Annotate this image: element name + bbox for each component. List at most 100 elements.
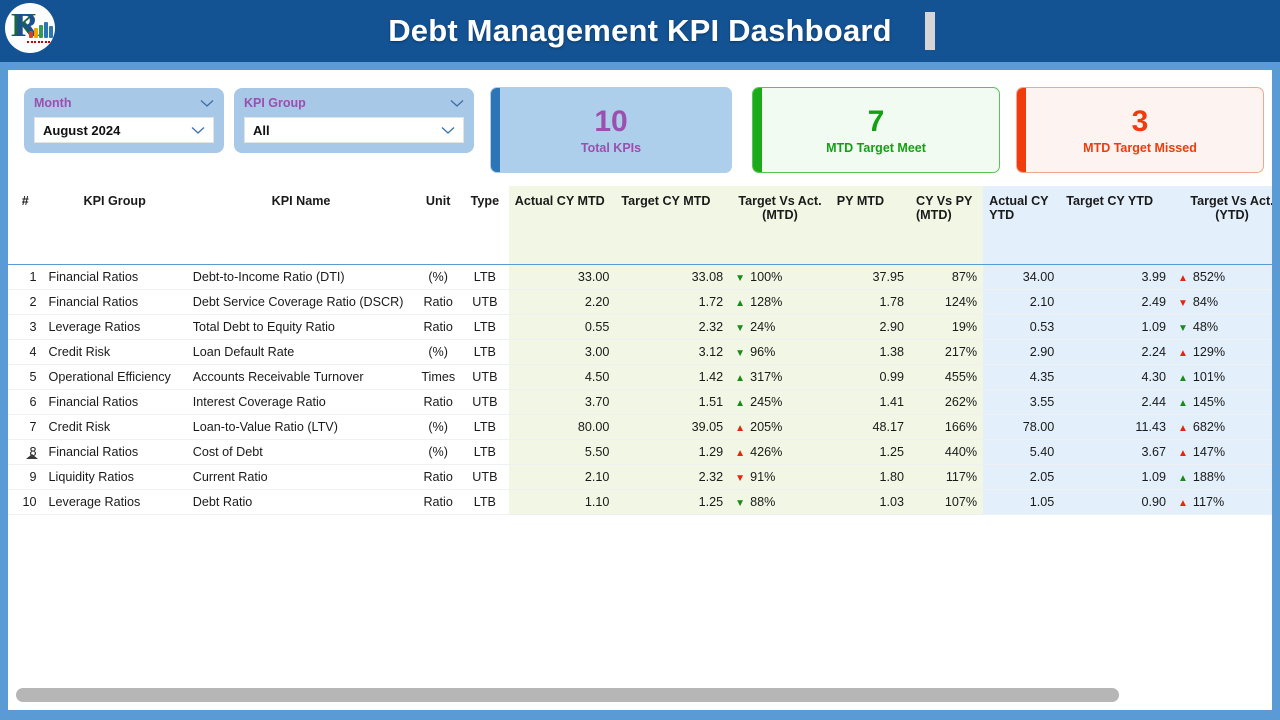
- cell-actual-cy-mtd: 80.00: [508, 414, 616, 440]
- report-frame: Month August 2024 KPI Group All 10 Total…: [6, 68, 1274, 712]
- cell-row-number: 6: [8, 389, 43, 415]
- cell-row-number: 2: [8, 289, 43, 315]
- cell-cy-vs-py-mtd: 107%: [909, 489, 984, 515]
- text-caret-icon: [925, 12, 935, 50]
- triangle-down-icon: ▼: [1178, 322, 1188, 334]
- triangle-up-icon: ▲: [1178, 272, 1188, 284]
- cell-py-mtd: 48.17: [830, 414, 910, 440]
- cell-actual-cy-ytd: 1.05: [983, 489, 1061, 515]
- horizontal-scrollbar[interactable]: [16, 688, 1262, 702]
- table-row[interactable]: 5 Operational Efficiency Accounts Receivab…: [8, 364, 1272, 390]
- cell-tva_ytd-value: 48%: [1192, 319, 1219, 334]
- slicer-month-header: Month: [34, 96, 214, 110]
- cell-cy-vs-py-mtd: 117%: [909, 464, 984, 490]
- kpi-table: # KPI Group KPI Name Unit Type Actual CY MTD T…: [8, 186, 1272, 515]
- cell-actual-cy-mtd: 3.70: [508, 389, 616, 415]
- cell-actual-cy-mtd: 1.10: [508, 489, 616, 515]
- cell-tva_ytd: ▲ 129%: [1172, 339, 1272, 365]
- cell-cy-vs-py-mtd: 455%: [909, 364, 984, 390]
- kpi-card-total-kpis[interactable]: 10 Total KPIs: [490, 87, 732, 173]
- kpi-card-mtd-target-missed-value: 3: [1131, 105, 1149, 138]
- cell-target-cy-ytd: 1.09: [1060, 314, 1173, 340]
- slicer-kpi-group-dropdown[interactable]: All: [244, 117, 464, 143]
- kpi-card-total-kpis-value: 10: [594, 105, 628, 138]
- table-row[interactable]: 10 Leverage Ratios Debt Ratio Ratio LTB 1.10 1…: [8, 489, 1272, 515]
- table-row[interactable]: 2 Financial Ratios Debt Service Coverage R…: [8, 289, 1272, 315]
- triangle-up-icon: ▲: [1178, 497, 1188, 509]
- cell-actual-cy-ytd: 3.55: [983, 389, 1061, 415]
- sort-ascending-arrow-icon[interactable]: [26, 454, 38, 459]
- table-row[interactable]: 7 Credit Risk Loan-to-Value Ratio (LTV) (%)…: [8, 414, 1272, 440]
- table-row[interactable]: 1 Financial Ratios Debt-to-Income Ratio (D…: [8, 264, 1272, 290]
- column-header-actual-cy-ytd[interactable]: Actual CY YTD: [983, 186, 1061, 265]
- column-header-type[interactable]: Type: [461, 186, 509, 265]
- cell-tva_ytd-value: 147%: [1192, 444, 1226, 459]
- slicer-kpi-group-label: KPI Group: [244, 96, 306, 110]
- triangle-up-icon: ▲: [735, 297, 746, 309]
- triangle-up-icon: ▲: [1178, 472, 1188, 484]
- cell-target-cy-mtd: 2.32: [615, 314, 730, 340]
- cell-tva_mtd: ▼ 100%: [729, 264, 831, 290]
- table-row[interactable]: 9 Liquidity Ratios Current Ratio Ratio UTB 2.…: [8, 464, 1272, 490]
- slicer-kpi-group[interactable]: KPI Group All: [234, 88, 474, 153]
- cell-tva_mtd-value: 91%: [750, 469, 776, 484]
- table-row[interactable]: 8 Financial Ratios Cost of Debt (%) LTB 5.50 1…: [8, 439, 1272, 465]
- column-header-cy-vs-py-mtd[interactable]: CY Vs PY (MTD): [909, 186, 984, 265]
- kpi-card-mtd-target-meet[interactable]: 7 MTD Target Meet: [752, 87, 1000, 173]
- column-header-[interactable]: #: [8, 186, 43, 265]
- slicer-month-dropdown[interactable]: August 2024: [34, 117, 214, 143]
- column-header-py-mtd[interactable]: PY MTD: [830, 186, 910, 265]
- kpi-table-container[interactable]: # KPI Group KPI Name Unit Type Actual CY MTD T…: [8, 186, 1272, 710]
- card-accent-bar: [1017, 88, 1026, 172]
- chevron-down-icon[interactable]: [191, 126, 205, 135]
- column-header-unit[interactable]: Unit: [415, 186, 462, 265]
- slicer-month-value: August 2024: [43, 122, 121, 138]
- cell-target-cy-mtd: 1.42: [615, 364, 730, 390]
- cell-actual-cy-ytd: 4.35: [983, 364, 1061, 390]
- cell-row-number: 9: [8, 464, 43, 490]
- table-row[interactable]: 6 Financial Ratios Interest Coverage Ratio…: [8, 389, 1272, 415]
- triangle-down-icon: ▼: [735, 472, 746, 484]
- cell-kpi-name: Current Ratio: [186, 464, 416, 490]
- column-header-target-vs-act-mtd[interactable]: Target Vs Act. (MTD): [729, 186, 831, 265]
- triangle-up-icon: ▲: [1178, 372, 1188, 384]
- column-header-target-cy-mtd[interactable]: Target CY MTD: [615, 186, 730, 265]
- cell-tva_ytd-value: 117%: [1192, 494, 1225, 509]
- kpi-card-mtd-target-missed-label: MTD Target Missed: [1083, 141, 1197, 155]
- column-header-target-vs-act-ytd[interactable]: Target Vs Act. (YTD): [1172, 186, 1272, 265]
- column-header-kpi-group[interactable]: KPI Group: [42, 186, 187, 265]
- column-header-kpi-name[interactable]: KPI Name: [186, 186, 416, 265]
- cell-target-cy-mtd: 3.12: [615, 339, 730, 365]
- cell-tva_ytd: ▲ 188%: [1172, 464, 1272, 490]
- slicer-kpi-group-value: All: [253, 122, 270, 138]
- horizontal-scrollbar-thumb[interactable]: [16, 688, 1119, 702]
- slicer-month[interactable]: Month August 2024: [24, 88, 224, 153]
- cell-actual-cy-mtd: 4.50: [508, 364, 616, 390]
- chevron-down-icon[interactable]: [441, 126, 455, 135]
- cell-tva_mtd-value: 88%: [750, 494, 776, 509]
- cell-tva_ytd: ▲ 145%: [1172, 389, 1272, 415]
- cell-target-cy-mtd: 1.25: [615, 489, 730, 515]
- cell-tva_ytd-value: 188%: [1192, 469, 1226, 484]
- chevron-down-icon[interactable]: [200, 99, 214, 108]
- page-title: Debt Management KPI Dashboard: [388, 13, 892, 48]
- cell-tva_ytd: ▲ 682%: [1172, 414, 1272, 440]
- cell-tva_ytd-value: 852%: [1192, 269, 1226, 284]
- cell-tva_ytd: ▲ 852%: [1172, 264, 1272, 290]
- cell-unit: Ratio: [415, 314, 462, 340]
- table-row[interactable]: 3 Leverage Ratios Total Debt to Equity Rat…: [8, 314, 1272, 340]
- table-row[interactable]: 4 Credit Risk Loan Default Rate (%) LTB 3.00 3…: [8, 339, 1272, 365]
- cell-row-number: 5: [8, 364, 43, 390]
- cell-py-mtd: 37.95: [830, 264, 910, 290]
- cell-type: UTB: [461, 364, 509, 390]
- chevron-down-icon[interactable]: [450, 99, 464, 108]
- cell-unit: (%): [415, 264, 462, 290]
- cell-actual-cy-mtd: 3.00: [508, 339, 616, 365]
- kpi-card-mtd-target-missed[interactable]: 3 MTD Target Missed: [1016, 87, 1264, 173]
- cell-target-cy-ytd: 2.44: [1060, 389, 1173, 415]
- cell-row-number: 8: [8, 439, 43, 465]
- column-header-actual-cy-mtd[interactable]: Actual CY MTD: [508, 186, 616, 265]
- column-header-target-cy-ytd[interactable]: Target CY YTD: [1060, 186, 1173, 265]
- cell-target-cy-ytd: 3.99: [1060, 264, 1173, 290]
- cell-kpi-name: Debt-to-Income Ratio (DTI): [186, 264, 416, 290]
